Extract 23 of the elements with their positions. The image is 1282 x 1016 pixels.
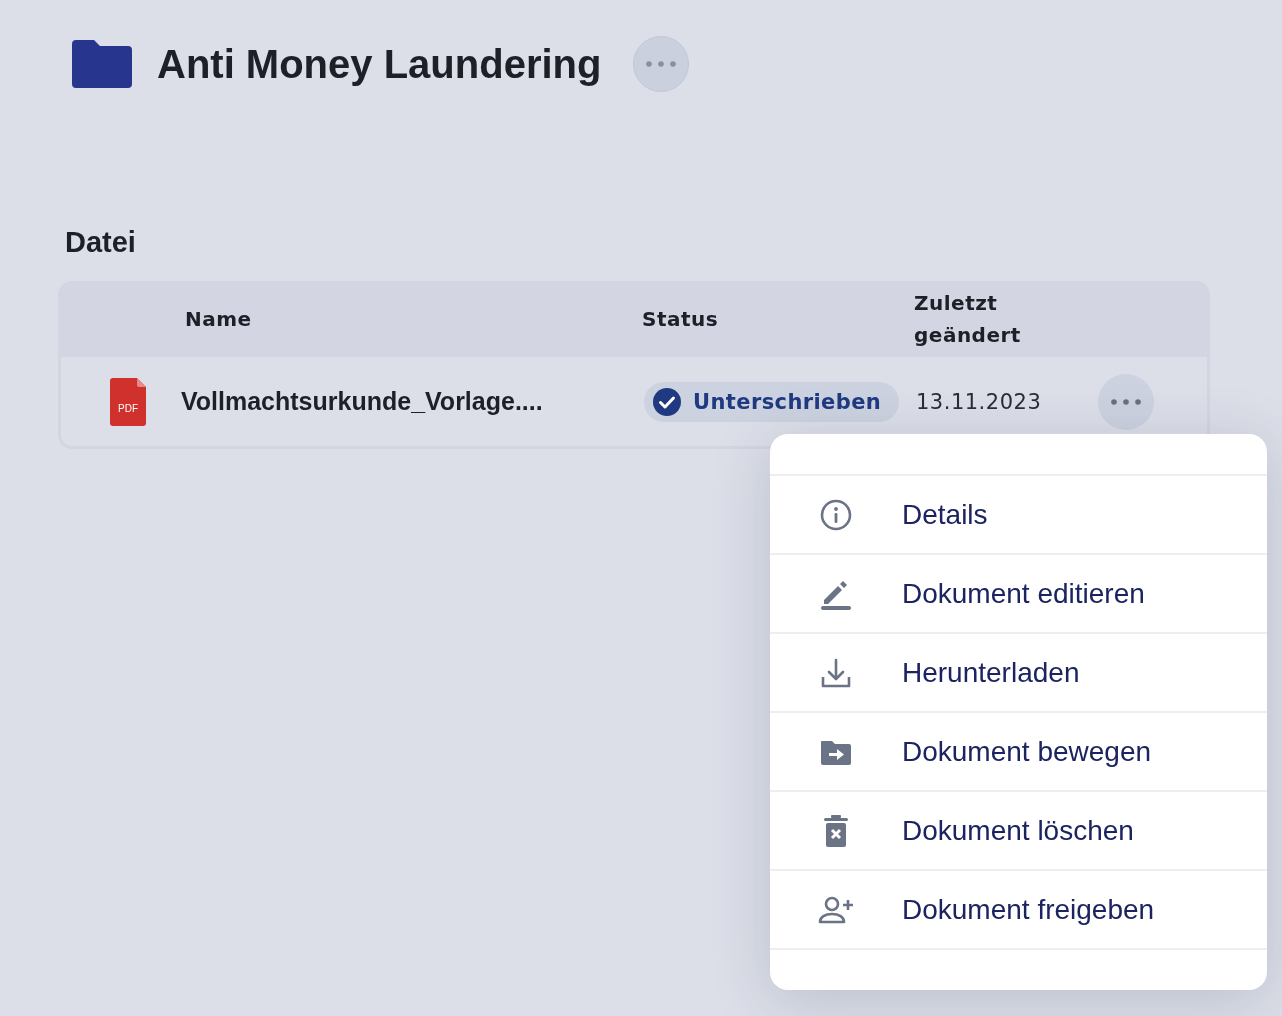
info-icon <box>820 498 852 531</box>
menu-item[interactable]: Dokument löschen <box>770 792 1267 871</box>
pdf-file-icon: PDF <box>110 377 146 426</box>
column-header: Name <box>185 306 253 333</box>
section-title: Datei <box>65 226 137 259</box>
add-person-icon <box>818 895 854 924</box>
column-header: Status <box>642 306 720 333</box>
menu-item[interactable]: Herunterladen <box>770 634 1267 713</box>
check-circle-icon <box>653 387 681 416</box>
folder-title: Anti Money Laundering <box>157 41 602 87</box>
download-icon <box>820 656 852 689</box>
modified-date: 13.11.2023 <box>916 389 1043 414</box>
status-badge: Unterschrieben <box>644 381 900 422</box>
menu-item[interactable]: Dokument editieren <box>770 555 1267 634</box>
more-icon <box>646 61 677 67</box>
menu-item[interactable]: Dokument freigeben <box>770 871 1267 950</box>
folder-icon <box>72 40 132 88</box>
menu-item[interactable]: Dokument bewegen <box>770 713 1267 792</box>
file-name: Vollmachtsurkunde_Vorlage.... <box>181 387 544 416</box>
table-row[interactable]: PDF Vollmachtsurkunde_Vorlage.... Unterschrieben 13.11.2023 <box>58 357 1210 449</box>
menu-item[interactable]: Details <box>770 476 1267 555</box>
column-header: Zuletzt geändert <box>914 290 1022 349</box>
more-icon <box>1111 398 1141 405</box>
